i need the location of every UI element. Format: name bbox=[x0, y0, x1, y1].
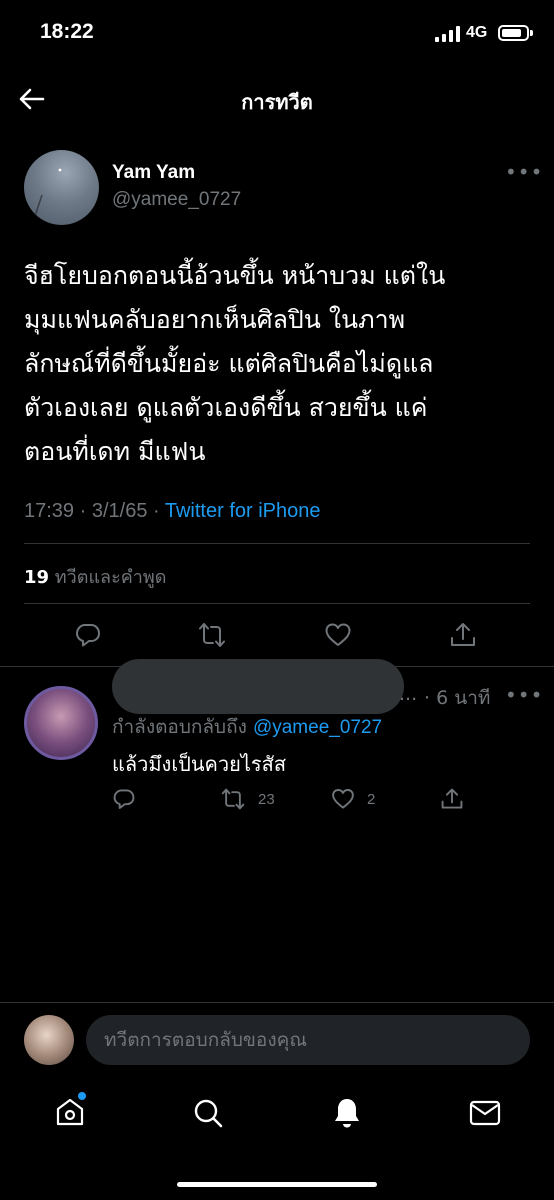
home-indicator bbox=[177, 1182, 377, 1187]
notification-dot bbox=[78, 1092, 86, 1100]
battery-icon bbox=[498, 25, 529, 41]
author-avatar[interactable] bbox=[24, 150, 99, 225]
reply-icon[interactable] bbox=[112, 787, 136, 811]
quote-stats[interactable]: 19 ทวีตและคำพูด bbox=[24, 562, 166, 591]
replying-to: กำลังตอบกลับถึง @yamee_0727 bbox=[112, 712, 382, 742]
tweet-line: ตัวเองเลย ดูแลตัวเองดีขึ้น สวยขึ้น แค่ bbox=[24, 393, 428, 422]
reply-time: · 6 นาที bbox=[424, 687, 491, 709]
signal-icon bbox=[435, 26, 460, 42]
quote-count: 19 bbox=[24, 567, 50, 588]
share-icon[interactable] bbox=[440, 787, 464, 811]
quote-label: ทวีตและคำพูด bbox=[54, 567, 167, 588]
meta-separator: · bbox=[79, 500, 92, 522]
reply-icon[interactable] bbox=[74, 621, 102, 649]
tweet-line: มุมแฟนคลับอยากเห็นศิลปิน ในภาพ bbox=[24, 305, 406, 334]
tweet-line: จีฮโยบอกตอนนี้อ้วนขึ้น หน้าบวม แต่ใน bbox=[24, 261, 446, 290]
network-label: 4G bbox=[466, 24, 488, 41]
tweet-time: 17:39 bbox=[24, 500, 75, 522]
more-options-icon[interactable]: ••• bbox=[505, 160, 543, 184]
reply-compose-input[interactable]: ทวีตการตอบกลับของคุณ bbox=[86, 1015, 530, 1065]
retweet-icon[interactable] bbox=[198, 621, 226, 649]
my-avatar bbox=[24, 1015, 74, 1065]
reply-text: แล้วมึงเป็นควยไรสัส bbox=[112, 752, 287, 776]
divider bbox=[24, 543, 530, 544]
replying-to-handle[interactable]: @yamee_0727 bbox=[253, 717, 382, 738]
search-icon[interactable] bbox=[192, 1097, 224, 1129]
retweet-count: 23 bbox=[258, 791, 275, 808]
divider bbox=[0, 1002, 554, 1003]
reply-avatar[interactable] bbox=[24, 686, 98, 760]
battery-tip bbox=[530, 30, 533, 36]
home-icon[interactable] bbox=[54, 1096, 86, 1128]
author-name[interactable]: Yam Yam bbox=[112, 162, 195, 184]
author-handle[interactable]: @yamee_0727 bbox=[112, 189, 241, 211]
tweet-line: ตอนที่เดท มีแฟน bbox=[24, 437, 206, 466]
like-icon[interactable] bbox=[324, 621, 352, 649]
reply-name-ellipsis: ... bbox=[399, 683, 418, 705]
tweet-source[interactable]: Twitter for iPhone bbox=[165, 500, 321, 522]
more-options-icon[interactable]: ••• bbox=[505, 683, 543, 707]
divider bbox=[24, 603, 530, 604]
tweet-meta: 17:39 · 3/1/65 · Twitter for iPhone bbox=[24, 500, 321, 523]
status-time: 18:22 bbox=[40, 20, 94, 43]
retweet-icon[interactable] bbox=[220, 787, 246, 811]
like-count: 2 bbox=[367, 791, 376, 808]
share-icon[interactable] bbox=[449, 621, 477, 649]
messages-icon[interactable] bbox=[469, 1100, 501, 1126]
notifications-bell-icon[interactable] bbox=[331, 1096, 363, 1130]
replying-to-label: กำลังตอบกลับถึง bbox=[112, 716, 247, 738]
like-icon[interactable] bbox=[331, 787, 355, 811]
tweet-text: จีฮโยบอกตอนนี้อ้วนขึ้น หน้าบวม แต่ใน มุม… bbox=[24, 254, 534, 474]
meta-separator: · bbox=[153, 500, 165, 522]
tweet-line: ลักษณ์ที่ดีขึ้นมั้ยอ่ะ แต่ศิลปินคือไม่ดู… bbox=[24, 349, 434, 378]
tweet-date: 3/1/65 bbox=[91, 500, 148, 522]
redacted-name-bar bbox=[112, 659, 404, 714]
page-title: การทวีต bbox=[241, 90, 313, 114]
